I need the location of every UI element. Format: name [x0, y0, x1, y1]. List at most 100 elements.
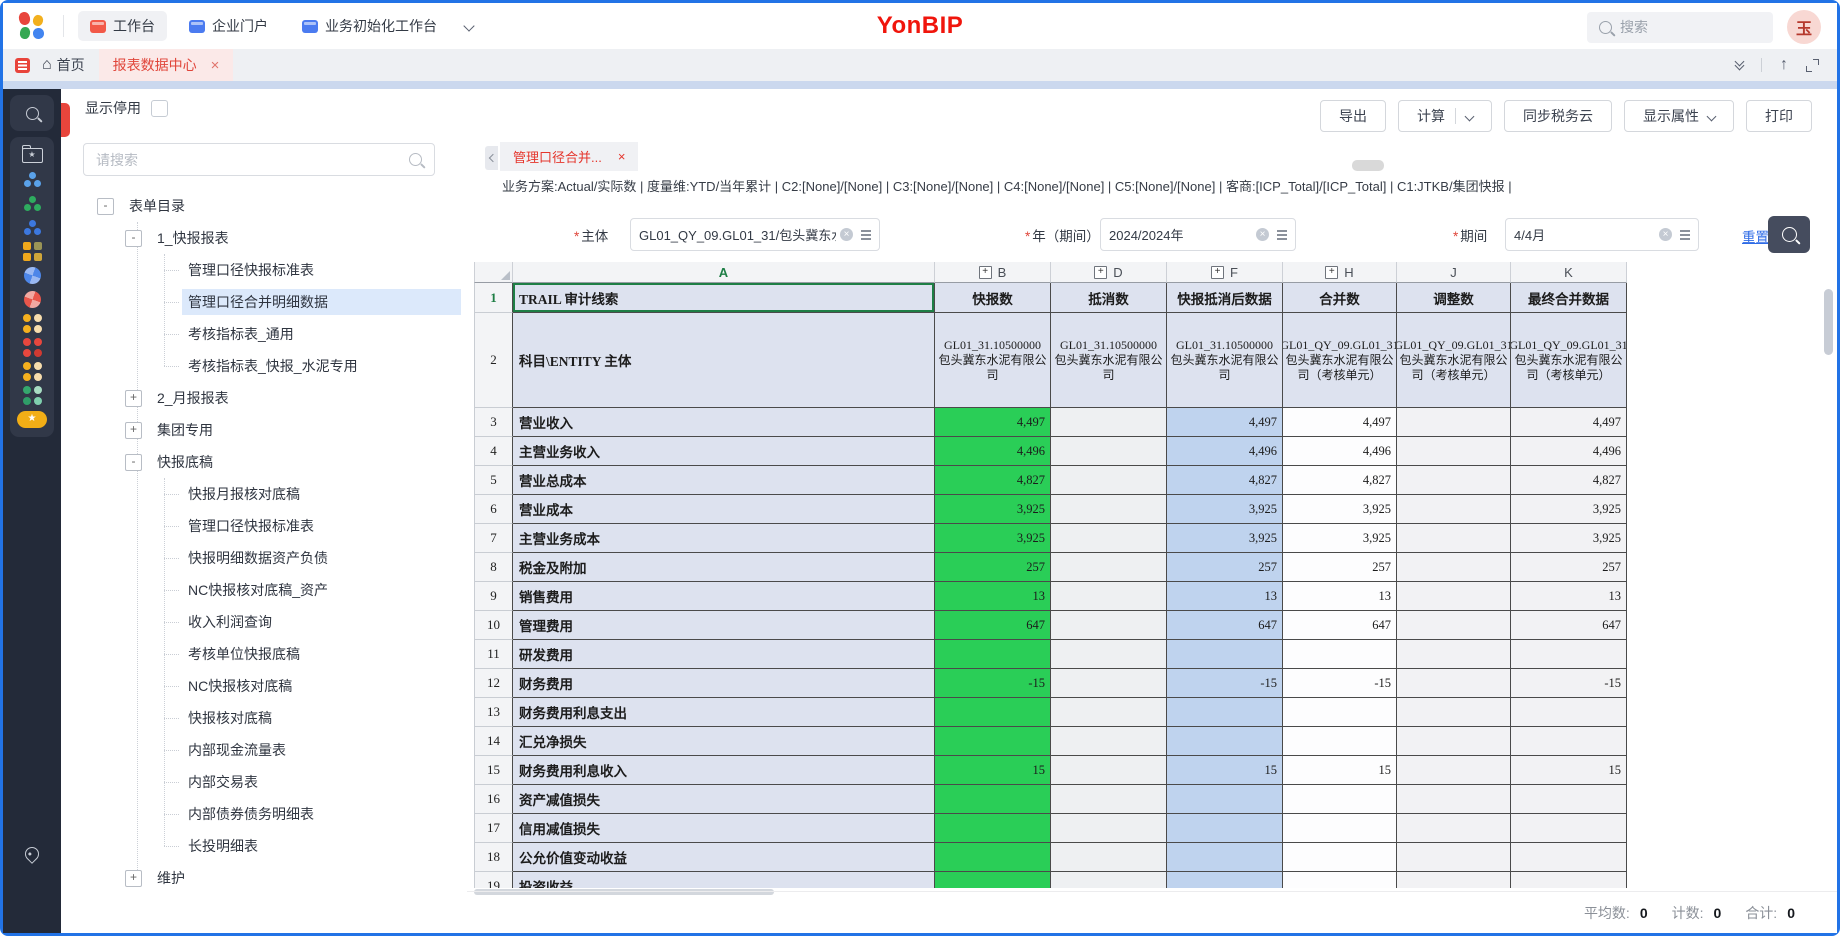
- close-icon[interactable]: ×: [618, 149, 626, 164]
- value-cell[interactable]: [1283, 843, 1397, 872]
- value-cell[interactable]: [1397, 611, 1511, 640]
- value-cell[interactable]: 647: [1167, 611, 1283, 640]
- global-search-input[interactable]: 搜索: [1587, 12, 1773, 43]
- tree-item[interactable]: -表单目录: [61, 190, 467, 222]
- value-cell[interactable]: 4,496: [1167, 437, 1283, 466]
- value-cell[interactable]: [935, 843, 1051, 872]
- tree-item[interactable]: 快报月报核对底稿: [61, 478, 467, 510]
- tree-item[interactable]: 内部债券债务明细表: [61, 798, 467, 830]
- column-header-D[interactable]: +D: [1051, 262, 1167, 283]
- column-header-J[interactable]: J: [1397, 262, 1511, 283]
- scrollbar-thumb[interactable]: [1824, 289, 1833, 355]
- pin-icon[interactable]: [25, 843, 39, 865]
- value-cell[interactable]: [1397, 437, 1511, 466]
- entity-cell[interactable]: GL01_31.10500000 包头冀东水泥有限公司: [1167, 313, 1283, 408]
- row-header[interactable]: 15: [474, 756, 513, 785]
- value-cell[interactable]: [1051, 553, 1167, 582]
- pinwheel-red-icon[interactable]: [24, 288, 41, 310]
- home-tab[interactable]: ⌂ 首页: [42, 55, 85, 75]
- value-cell[interactable]: [1511, 698, 1627, 727]
- clear-icon[interactable]: ×: [840, 228, 853, 241]
- expand-column-icon[interactable]: +: [1094, 266, 1107, 279]
- row-header[interactable]: 1: [474, 283, 513, 313]
- expand-column-icon[interactable]: +: [1211, 266, 1224, 279]
- value-cell[interactable]: -15: [1283, 669, 1397, 698]
- red-side-handle[interactable]: [61, 103, 70, 137]
- row-header[interactable]: 10: [474, 611, 513, 640]
- entity-cell[interactable]: GL01_QY_09.GL01_31 包头冀东水泥有限公司（考核单元）: [1283, 313, 1397, 408]
- account-cell[interactable]: 财务费用利息收入: [513, 756, 935, 785]
- value-cell[interactable]: 4,827: [1511, 466, 1627, 495]
- yonyou-logo-icon[interactable]: [17, 11, 49, 41]
- value-cell[interactable]: 3,925: [935, 495, 1051, 524]
- tree-item[interactable]: 长投明细表: [61, 830, 467, 862]
- account-cell[interactable]: 营业成本: [513, 495, 935, 524]
- close-tab-icon[interactable]: ×: [211, 57, 220, 74]
- workspace-tab[interactable]: 工作台: [78, 11, 167, 41]
- value-cell[interactable]: 647: [1511, 611, 1627, 640]
- workspace-tab[interactable]: 业务初始化工作台: [290, 11, 449, 41]
- value-cell[interactable]: 4,827: [1167, 466, 1283, 495]
- filter-search-button[interactable]: [1768, 216, 1810, 253]
- row-header[interactable]: 12: [474, 669, 513, 698]
- sheet-tab[interactable]: 管理口径合并... ×: [500, 142, 638, 171]
- value-cell[interactable]: 257: [1283, 553, 1397, 582]
- ref-picker-icon[interactable]: [861, 230, 871, 232]
- tree-item[interactable]: 内部现金流量表: [61, 734, 467, 766]
- value-cell[interactable]: 257: [1511, 553, 1627, 582]
- account-cell[interactable]: 管理费用: [513, 611, 935, 640]
- value-cell[interactable]: [1397, 466, 1511, 495]
- sync-tax-cloud-button[interactable]: 同步税务云: [1504, 100, 1612, 132]
- account-cell[interactable]: 汇兑净损失: [513, 727, 935, 756]
- apps-menu-icon[interactable]: [15, 58, 30, 73]
- column-header-A[interactable]: A: [513, 262, 935, 283]
- value-cell[interactable]: [1397, 553, 1511, 582]
- column-title-cell[interactable]: 快报数: [935, 283, 1051, 313]
- account-cell[interactable]: 财务费用: [513, 669, 935, 698]
- value-cell[interactable]: [1397, 582, 1511, 611]
- value-cell[interactable]: [1283, 640, 1397, 669]
- ref-picker-icon[interactable]: [1277, 230, 1287, 232]
- value-cell[interactable]: [1511, 785, 1627, 814]
- value-cell[interactable]: 4,497: [935, 408, 1051, 437]
- value-cell[interactable]: [1511, 727, 1627, 756]
- value-cell[interactable]: [1051, 843, 1167, 872]
- value-cell[interactable]: [1167, 814, 1283, 843]
- value-cell[interactable]: 257: [935, 553, 1051, 582]
- cluster-blue-icon[interactable]: [29, 168, 36, 190]
- expand-toggle[interactable]: +: [125, 390, 142, 407]
- reset-link[interactable]: 重置: [1742, 226, 1769, 246]
- value-cell[interactable]: [1397, 756, 1511, 785]
- column-title-cell[interactable]: 合并数: [1283, 283, 1397, 313]
- account-cell[interactable]: 财务费用利息支出: [513, 698, 935, 727]
- value-cell[interactable]: [1051, 524, 1167, 553]
- cluster-blue2-icon[interactable]: [29, 216, 36, 238]
- value-cell[interactable]: 3,925: [1167, 524, 1283, 553]
- tree-item[interactable]: 管理口径合并明细数据: [61, 286, 467, 318]
- avatar[interactable]: 玉: [1787, 10, 1821, 44]
- value-cell[interactable]: [1051, 495, 1167, 524]
- cell-A2[interactable]: 科目\ENTITY 主体: [513, 313, 935, 408]
- account-cell[interactable]: 营业收入: [513, 408, 935, 437]
- print-button[interactable]: 打印: [1746, 100, 1812, 132]
- expand-column-icon[interactable]: +: [1325, 266, 1338, 279]
- row-header[interactable]: 7: [474, 524, 513, 553]
- value-cell[interactable]: 13: [1167, 582, 1283, 611]
- value-cell[interactable]: [1397, 872, 1511, 888]
- value-cell[interactable]: 257: [1167, 553, 1283, 582]
- value-cell[interactable]: [935, 785, 1051, 814]
- value-cell[interactable]: 4,497: [1283, 408, 1397, 437]
- row-header[interactable]: 18: [474, 843, 513, 872]
- export-button[interactable]: 导出: [1320, 100, 1386, 132]
- value-cell[interactable]: 4,496: [1283, 437, 1397, 466]
- value-cell[interactable]: 3,925: [935, 524, 1051, 553]
- value-cell[interactable]: [1167, 785, 1283, 814]
- row-header[interactable]: 2: [474, 313, 513, 408]
- row-header[interactable]: 4: [474, 437, 513, 466]
- value-cell[interactable]: [1397, 669, 1511, 698]
- column-header-B[interactable]: +B: [935, 262, 1051, 283]
- tree-item[interactable]: NC快报核对底稿_资产: [61, 574, 467, 606]
- value-cell[interactable]: -15: [1167, 669, 1283, 698]
- tree-item[interactable]: 考核指标表_快报_水泥专用: [61, 350, 467, 382]
- column-title-cell[interactable]: 最终合并数据: [1511, 283, 1627, 313]
